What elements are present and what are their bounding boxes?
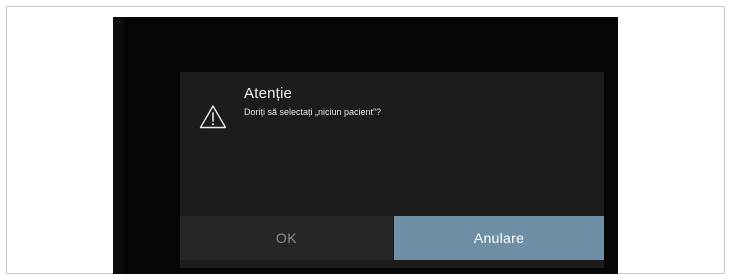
dialog-title: Atenție xyxy=(244,85,293,102)
warning-triangle-icon xyxy=(199,104,227,129)
screen-bezel-edge xyxy=(113,17,123,274)
alert-dialog: Atenție Doriți să selectați „niciun paci… xyxy=(180,72,604,268)
cancel-button[interactable]: Anulare xyxy=(394,216,604,260)
device-screen: Atenție Doriți să selectați „niciun paci… xyxy=(113,17,618,274)
dialog-message: Doriți să selectați „niciun pacient”? xyxy=(244,107,382,117)
ok-button[interactable]: OK xyxy=(180,216,393,260)
